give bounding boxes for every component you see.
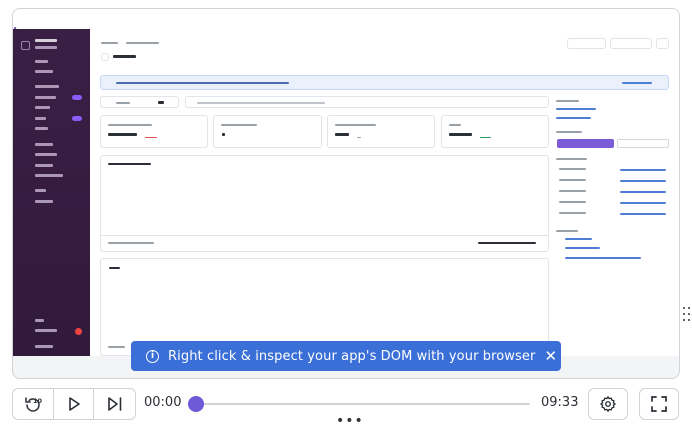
replay-header-button: [610, 38, 652, 49]
replay-stat-card: [441, 115, 549, 148]
replay-sidebar-badge: [72, 116, 82, 121]
replay-info-banner: [100, 75, 669, 90]
fullscreen-button[interactable]: [639, 388, 679, 420]
replay-sidebar-line: [35, 143, 53, 146]
replay-stat-card: [213, 115, 322, 148]
skip-to-end-icon: [107, 397, 121, 411]
replay-sidebar-line: [35, 345, 53, 348]
replay-panel-label: [556, 230, 578, 232]
inspect-dom-toast: i Right click & inspect your app's DOM w…: [131, 341, 561, 371]
total-time: 09:33: [541, 395, 579, 410]
replay-sidebar-line: [35, 189, 46, 192]
timeline-scrubber[interactable]: [188, 396, 204, 412]
replay-stat-card: [100, 115, 208, 148]
replay-sidebar-line: [35, 106, 50, 109]
gear-icon: [600, 396, 616, 412]
replay-sidebar-line: [35, 60, 48, 63]
skip-back-10-icon: 10: [25, 397, 43, 412]
replay-sidebar-line: [35, 96, 56, 99]
replay-sidebar-line: [35, 329, 57, 332]
current-time: 00:00: [144, 395, 182, 410]
replay-sidebar-line: [35, 153, 57, 156]
replay-stat-card: [327, 115, 435, 148]
session-replay-frame: [12, 8, 680, 379]
replay-sidebar-line: [35, 46, 57, 49]
replay-filter-select: [100, 96, 179, 108]
replay-viewport[interactable]: [13, 9, 679, 356]
replay-sidebar-line: [35, 319, 44, 322]
replay-sidebar-line: [35, 39, 57, 42]
play-button[interactable]: [54, 389, 95, 419]
info-icon: i: [146, 349, 159, 363]
replay-header-button: [567, 38, 606, 49]
replay-breadcrumb-line: [101, 42, 118, 44]
replay-sidebar-alert-dot: [75, 328, 82, 335]
fullscreen-icon: [651, 396, 667, 412]
replay-sidebar-line: [35, 174, 63, 177]
replay-panel-label: [556, 158, 587, 160]
replay-header-button: [656, 38, 669, 49]
timeline-track[interactable]: [190, 403, 530, 405]
replay-primary-button: [557, 139, 614, 148]
more-options-icon[interactable]: •••: [336, 414, 364, 428]
replay-breadcrumb-line: [126, 42, 159, 44]
drag-handle-icon[interactable]: [682, 306, 692, 326]
skip-back-10-button[interactable]: 10: [13, 389, 54, 419]
replay-panel-label: [556, 100, 579, 102]
replay-search-input: [185, 96, 549, 108]
replay-panel-label: [556, 131, 582, 133]
replay-panel-link: [556, 117, 591, 119]
replay-banner-link-line: [622, 82, 652, 84]
playback-button-group: 10: [12, 388, 136, 420]
replay-banner-line: [116, 82, 289, 84]
replay-sidebar-badge: [72, 95, 82, 100]
replay-sidebar-line: [35, 85, 59, 88]
replay-sidebar-line: [35, 127, 48, 130]
replay-secondary-button: [617, 139, 669, 148]
toast-message: Right click & inspect your app's DOM wit…: [168, 348, 536, 364]
skip-to-end-button[interactable]: [94, 389, 135, 419]
replay-sidebar-line: [35, 200, 53, 203]
play-icon: [68, 397, 80, 411]
settings-button[interactable]: [588, 388, 628, 420]
replay-sidebar: [13, 29, 90, 356]
replay-checkbox: [101, 53, 109, 61]
replay-sidebar-line: [35, 117, 46, 120]
replay-sidebar-line: [35, 164, 53, 167]
svg-text:10: 10: [33, 397, 43, 405]
close-icon[interactable]: ✕: [544, 348, 557, 364]
replay-sidebar-line: [35, 70, 53, 73]
replay-page-title-line: [113, 55, 136, 58]
replay-panel-link: [556, 108, 596, 110]
replay-chart-panel: [100, 155, 549, 252]
replay-logo-icon: [21, 41, 30, 50]
